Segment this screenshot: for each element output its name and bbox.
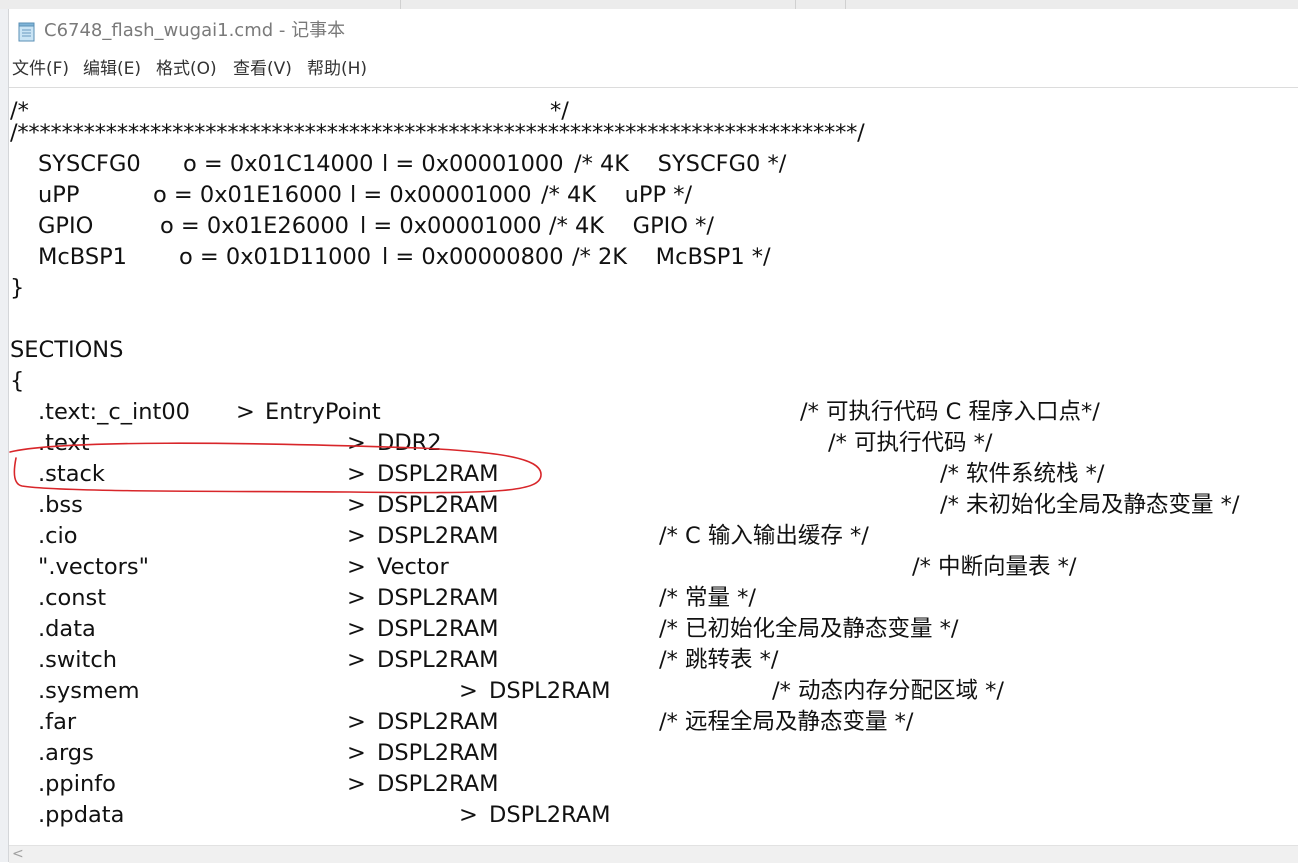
section-arrow: > — [347, 616, 366, 642]
section-name: .stack — [38, 461, 105, 487]
section-arrow: > — [347, 523, 366, 549]
section-arrow: > — [347, 461, 366, 487]
section-arrow: > — [347, 585, 366, 611]
menu-help[interactable]: 帮助(H) — [307, 57, 367, 81]
section-target: DSPL2RAM — [377, 647, 499, 673]
section-comment: /* 动态内存分配区域 */ — [772, 678, 1004, 704]
section-name: .text — [38, 430, 90, 456]
section-arrow: > — [347, 430, 366, 456]
menu-format[interactable]: 格式(O) — [156, 57, 217, 81]
section-comment: /* 未初始化全局及静态变量 */ — [940, 492, 1240, 518]
section-comment: /* 可执行代码 */ — [828, 430, 993, 456]
background-window-strip — [0, 0, 1298, 9]
menu-bar: 文件(F) 编辑(E) 格式(O) 查看(V) 帮助(H) — [9, 54, 1298, 84]
section-target: DSPL2RAM — [377, 740, 499, 766]
section-target: Vector — [377, 554, 449, 580]
section-target: DSPL2RAM — [377, 585, 499, 611]
section-target: EntryPoint — [265, 399, 381, 425]
scroll-left-arrow-icon[interactable]: < — [12, 846, 24, 863]
menu-file[interactable]: 文件(F) — [12, 57, 69, 81]
section-name: .bss — [38, 492, 83, 518]
title-bar[interactable]: C6748_flash_wugai1.cmd - 记事本 — [9, 9, 1298, 54]
horizontal-scrollbar[interactable]: < — [9, 845, 1298, 863]
sections-keyword: SECTIONS — [10, 337, 124, 363]
memory-origin: o = 0x01E26000 — [160, 213, 349, 239]
memory-name: GPIO — [38, 213, 94, 239]
section-target: DSPL2RAM — [377, 771, 499, 797]
section-comment: /* 已初始化全局及静态变量 */ — [659, 616, 959, 642]
memory-length: l = 0x00000800 — [382, 244, 564, 270]
close-brace: } — [10, 275, 25, 301]
section-arrow: > — [347, 647, 366, 673]
section-target: DSPL2RAM — [377, 461, 499, 487]
memory-name: SYSCFG0 — [38, 151, 141, 177]
memory-comment: /* 4K uPP */ — [541, 182, 693, 208]
background-tab — [0, 0, 401, 9]
memory-length: l = 0x00001000 — [382, 151, 564, 177]
window-title: C6748_flash_wugai1.cmd - 记事本 — [44, 20, 346, 41]
memory-comment: /* 4K SYSCFG0 */ — [574, 151, 787, 177]
section-name: .ppdata — [38, 802, 125, 828]
notepad-icon — [18, 22, 36, 42]
menu-view[interactable]: 查看(V) — [233, 57, 292, 81]
memory-origin: o = 0x01E16000 — [153, 182, 342, 208]
memory-comment: /* 4K GPIO */ — [549, 213, 714, 239]
section-comment: /* C 输入输出缓存 */ — [659, 523, 869, 549]
section-arrow: > — [236, 399, 255, 425]
section-name: .const — [38, 585, 107, 611]
background-window-edge — [0, 9, 9, 862]
section-arrow: > — [347, 709, 366, 735]
memory-name: uPP — [38, 182, 80, 208]
section-name: .ppinfo — [38, 771, 116, 797]
section-name: .sysmem — [38, 678, 140, 704]
memory-length: l = 0x00001000 — [350, 182, 532, 208]
stars-line: /***************************************… — [10, 120, 865, 146]
background-tab — [795, 0, 846, 9]
section-name: .args — [38, 740, 94, 766]
section-target: DSPL2RAM — [377, 492, 499, 518]
text-editor-area[interactable]: /* */ /*********************************… — [9, 87, 1298, 846]
section-name: .text:_c_int00 — [38, 399, 190, 425]
section-arrow: > — [347, 771, 366, 797]
section-comment: /* 常量 */ — [659, 585, 756, 611]
section-target: DSPL2RAM — [489, 802, 611, 828]
section-target: DDR2 — [377, 430, 442, 456]
section-arrow: > — [459, 678, 478, 704]
section-comment: /* 软件系统栈 */ — [940, 461, 1105, 487]
section-arrow: > — [347, 740, 366, 766]
notepad-window: C6748_flash_wugai1.cmd - 记事本 文件(F) 编辑(E)… — [9, 9, 1298, 863]
section-target: DSPL2RAM — [377, 616, 499, 642]
background-tab — [400, 0, 796, 9]
section-arrow: > — [459, 802, 478, 828]
section-name: .switch — [38, 647, 117, 673]
section-arrow: > — [347, 554, 366, 580]
section-target: DSPL2RAM — [377, 523, 499, 549]
section-comment: /* 跳转表 */ — [659, 647, 779, 673]
memory-origin: o = 0x01D11000 — [179, 244, 372, 270]
section-arrow: > — [347, 492, 366, 518]
open-brace: { — [10, 368, 25, 394]
section-name: .far — [38, 709, 77, 735]
section-name: .data — [38, 616, 96, 642]
memory-length: l = 0x00001000 — [360, 213, 542, 239]
menu-edit[interactable]: 编辑(E) — [83, 57, 141, 81]
section-name: ".vectors" — [38, 554, 149, 580]
section-comment: /* 远程全局及静态变量 */ — [659, 709, 914, 735]
section-comment: /* 中断向量表 */ — [912, 554, 1077, 580]
section-target: DSPL2RAM — [377, 709, 499, 735]
section-target: DSPL2RAM — [489, 678, 611, 704]
section-name: .cio — [38, 523, 78, 549]
memory-comment: /* 2K McBSP1 */ — [572, 244, 771, 270]
memory-origin: o = 0x01C14000 — [183, 151, 374, 177]
section-comment: /* 可执行代码 C 程序入口点*/ — [800, 399, 1100, 425]
memory-name: McBSP1 — [38, 244, 127, 270]
